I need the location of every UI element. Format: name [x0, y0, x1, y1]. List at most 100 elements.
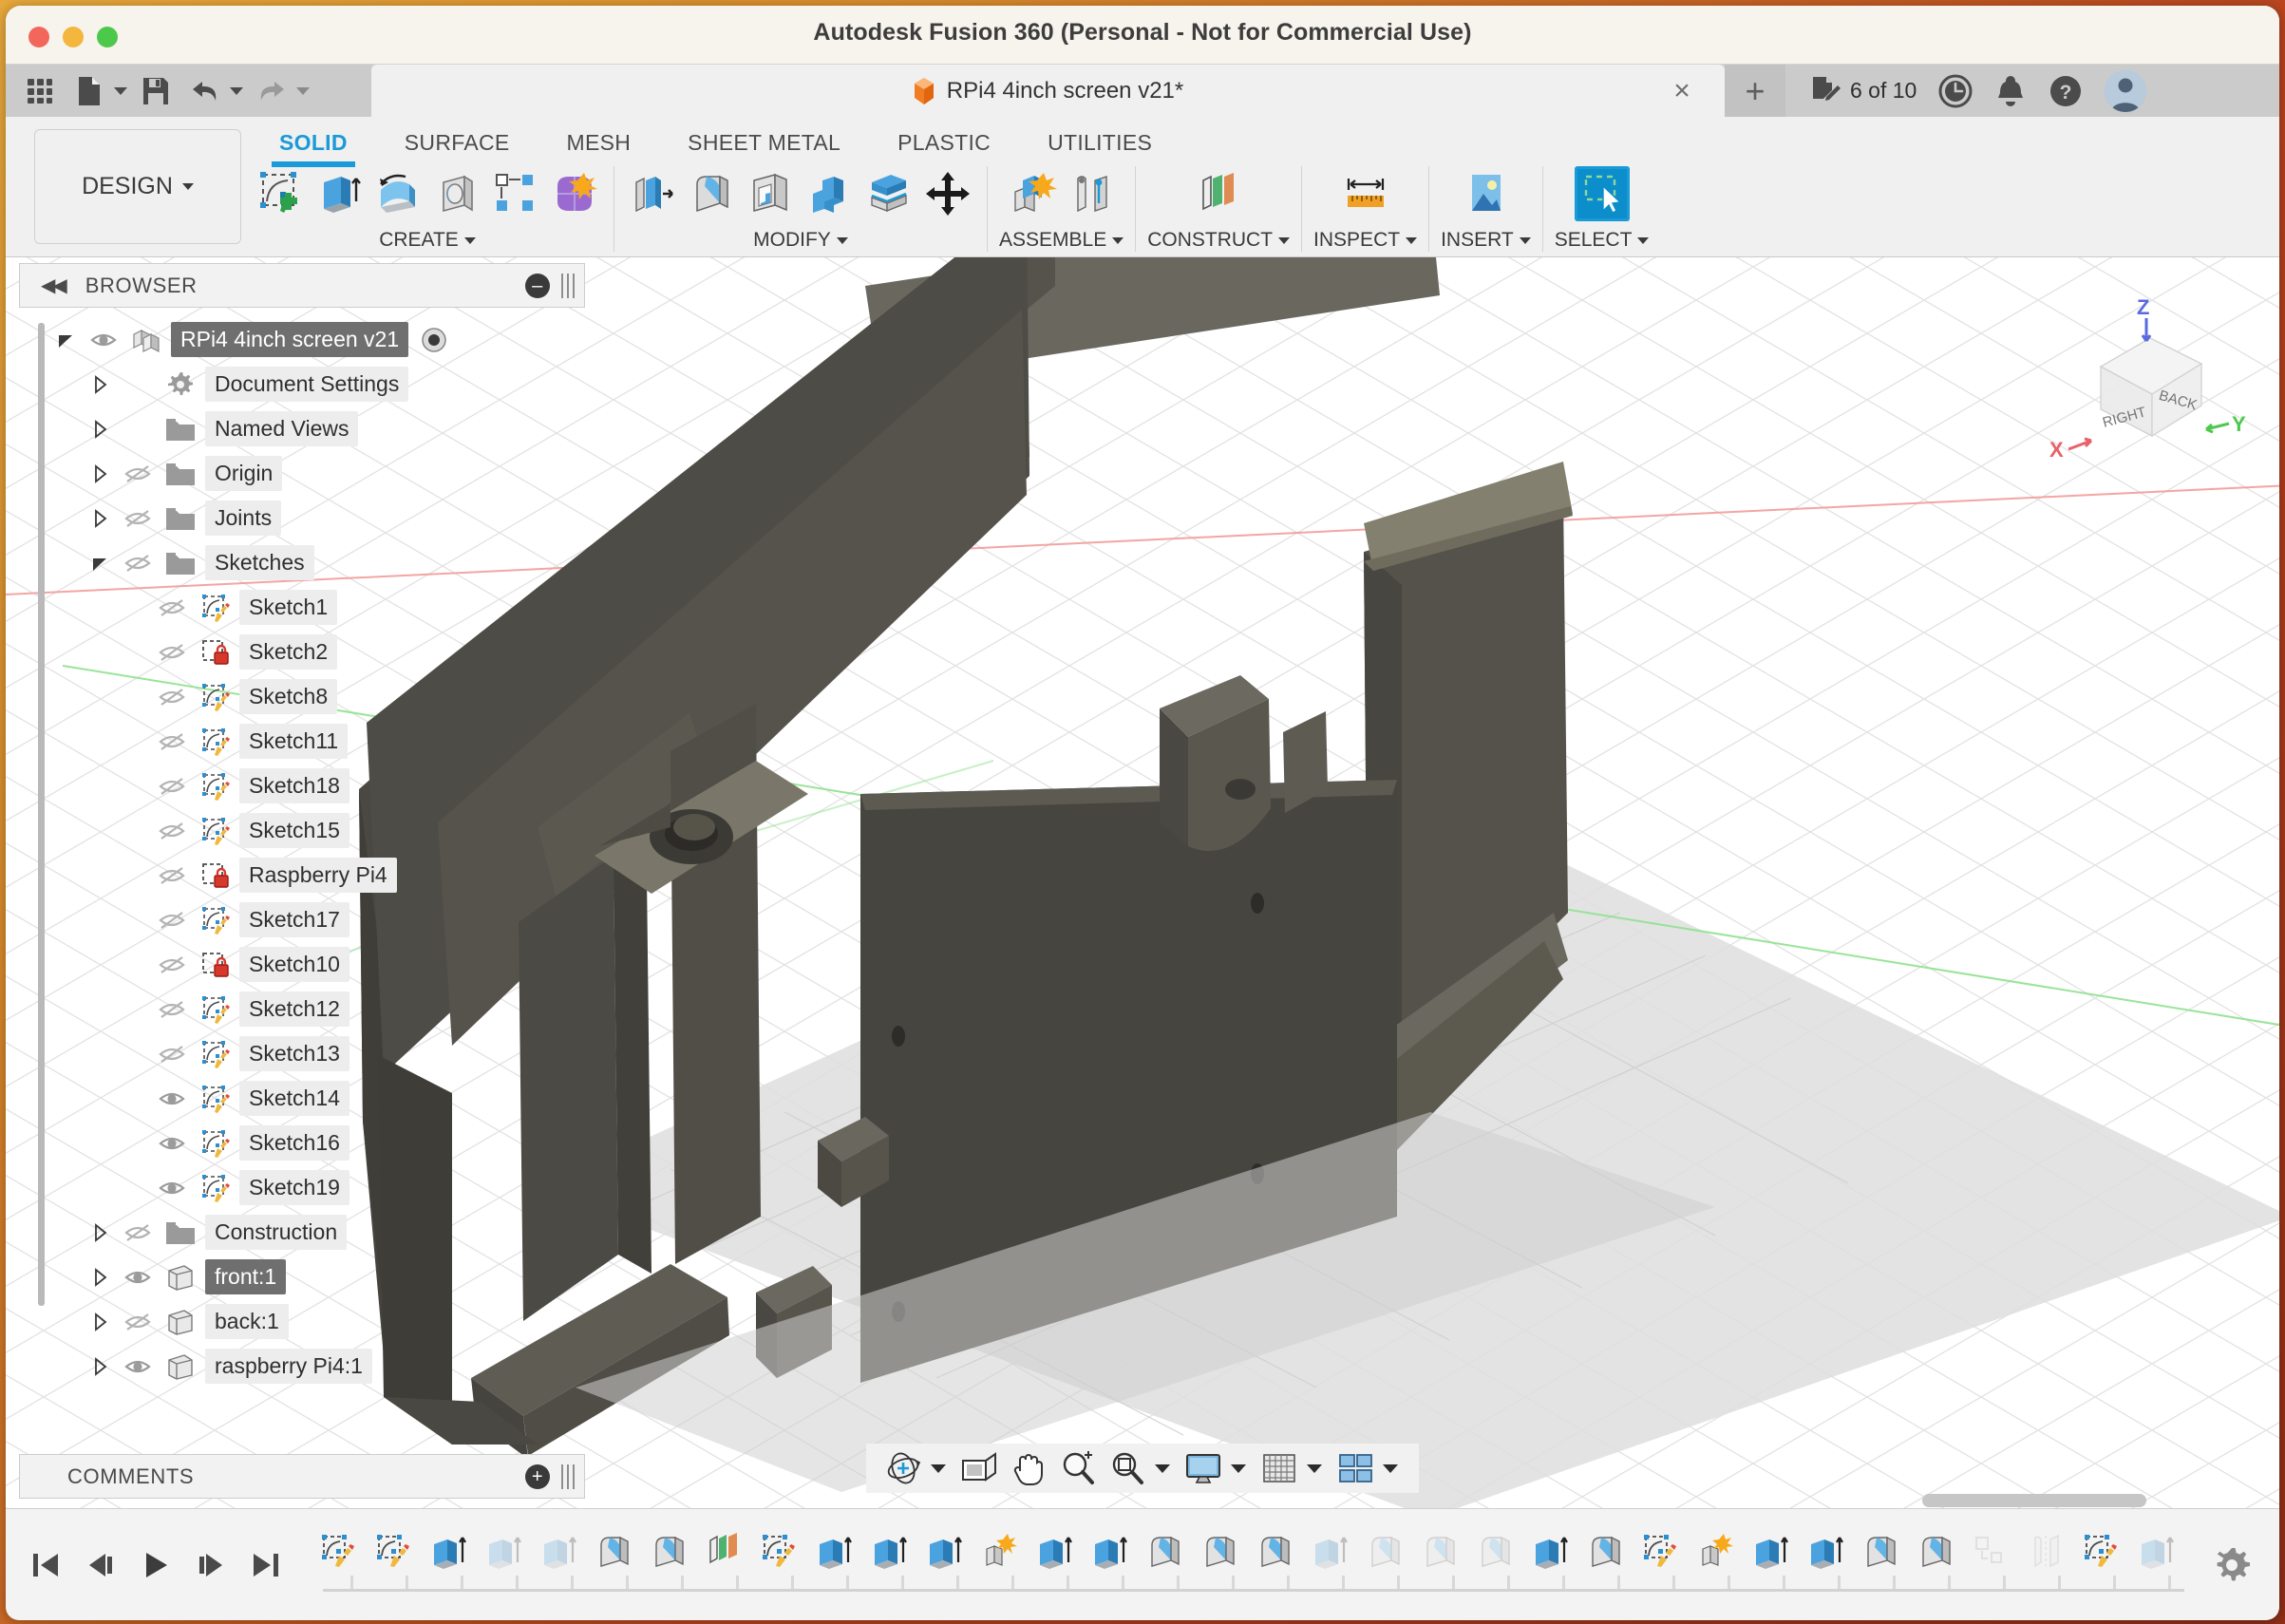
display-dropdown-caret[interactable]	[1231, 1463, 1246, 1473]
jobs-status[interactable]: 6 of 10	[1810, 75, 1917, 107]
browser-item-sketch11[interactable]: Sketch11	[40, 719, 585, 764]
panel-minimize-icon[interactable]: –	[525, 273, 550, 298]
app-grid-icon[interactable]	[19, 72, 61, 110]
browser-item-document-settings[interactable]: Document Settings	[40, 362, 585, 406]
split-face-icon[interactable]	[861, 166, 916, 221]
display-settings-icon[interactable]	[1180, 1446, 1227, 1490]
redo-dropdown-caret[interactable]	[296, 86, 310, 95]
look-at-icon[interactable]	[955, 1446, 1003, 1490]
go-to-end-button[interactable]	[249, 1546, 283, 1584]
expand-arrow-icon[interactable]	[89, 1267, 110, 1288]
joint-icon[interactable]	[1064, 166, 1119, 221]
browser-item-named-views[interactable]: Named Views	[40, 406, 585, 451]
new-file-icon[interactable]	[68, 72, 110, 110]
timeline-node[interactable]	[862, 1522, 917, 1581]
browser-item-sketch2[interactable]: Sketch2	[40, 630, 585, 674]
workspace-switcher[interactable]: DESIGN	[34, 129, 241, 244]
timeline-node[interactable]	[1248, 1522, 1303, 1581]
expander[interactable]	[82, 374, 118, 395]
browser-item-back-1[interactable]: back:1	[40, 1299, 585, 1344]
expand-arrow-icon[interactable]	[89, 1312, 110, 1332]
timeline-node[interactable]	[312, 1522, 367, 1581]
browser-item-sketches[interactable]: Sketches	[40, 540, 585, 585]
browser-item-raspberry-pi4[interactable]: Raspberry Pi4	[40, 853, 585, 897]
browser-item-sketch16[interactable]: Sketch16	[40, 1121, 585, 1165]
visibility-toggle[interactable]	[152, 594, 192, 622]
browser-item-sketch14[interactable]: Sketch14	[40, 1076, 585, 1121]
expander[interactable]	[82, 1267, 118, 1288]
help-icon[interactable]: ?	[2048, 73, 2084, 109]
comments-panel[interactable]: COMMENTS +	[19, 1454, 585, 1499]
tab-plastic[interactable]: PLASTIC	[869, 126, 1019, 160]
close-tab-icon[interactable]: ×	[1668, 77, 1696, 105]
select-window-icon[interactable]	[1574, 166, 1630, 221]
timeline-items[interactable]	[312, 1509, 2184, 1620]
browser-item-joints[interactable]: Joints	[40, 496, 585, 540]
visibility-toggle[interactable]	[152, 995, 192, 1024]
visibility-toggle[interactable]	[152, 772, 192, 801]
browser-item-origin[interactable]: Origin	[40, 451, 585, 496]
tab-solid[interactable]: SOLID	[251, 126, 376, 167]
tab-surface[interactable]: SURFACE	[376, 126, 538, 160]
viewports-dropdown-caret[interactable]	[1383, 1463, 1398, 1473]
visibility-toggle[interactable]	[152, 951, 192, 979]
visibility-toggle[interactable]	[152, 727, 192, 756]
visibility-toggle[interactable]	[118, 549, 158, 577]
expand-arrow-icon[interactable]	[89, 419, 110, 440]
browser-item-front-1[interactable]: front:1	[40, 1255, 585, 1299]
undo-dropdown-caret[interactable]	[230, 86, 243, 95]
browser-item-sketch17[interactable]: Sketch17	[40, 897, 585, 942]
timeline-node[interactable]	[1909, 1522, 1964, 1581]
browser-item-sketch15[interactable]: Sketch15	[40, 808, 585, 853]
visibility-toggle[interactable]	[118, 1218, 158, 1247]
browser-item-sketch19[interactable]: Sketch19	[40, 1165, 585, 1210]
panel-assemble-label[interactable]: ASSEMBLE	[999, 229, 1124, 252]
browser-item-sketch8[interactable]: Sketch8	[40, 674, 585, 719]
visibility-toggle[interactable]	[152, 683, 192, 711]
browser-item-sketch10[interactable]: Sketch10	[40, 942, 585, 987]
expander[interactable]	[82, 1222, 118, 1243]
pan-icon[interactable]	[1005, 1446, 1052, 1490]
create-sketch-icon[interactable]	[253, 166, 308, 221]
comments-resize-handle[interactable]	[561, 1463, 575, 1489]
timeline-node[interactable]	[1028, 1522, 1083, 1581]
visibility-toggle[interactable]	[118, 504, 158, 533]
panel-select-label[interactable]: SELECT	[1555, 229, 1650, 252]
visibility-toggle[interactable]	[118, 1352, 158, 1381]
timeline-scrollbar-thumb[interactable]	[1922, 1494, 2146, 1507]
expander[interactable]	[82, 1312, 118, 1332]
timeline-node[interactable]	[1083, 1522, 1138, 1581]
visibility-toggle[interactable]	[152, 906, 192, 935]
fillet-icon[interactable]	[685, 166, 740, 221]
timeline-node[interactable]	[807, 1522, 862, 1581]
timeline-node[interactable]	[2019, 1522, 2074, 1581]
browser-scrollbar[interactable]	[38, 323, 45, 1306]
redo-icon[interactable]	[251, 72, 293, 110]
timeline-node[interactable]	[1468, 1522, 1523, 1581]
visibility-toggle[interactable]	[152, 1129, 192, 1158]
hole-icon[interactable]	[429, 166, 484, 221]
pattern-icon[interactable]	[488, 166, 543, 221]
step-back-button[interactable]	[84, 1546, 118, 1584]
timeline-node[interactable]	[1689, 1522, 1744, 1581]
form-icon[interactable]	[547, 166, 602, 221]
shell-icon[interactable]	[744, 166, 799, 221]
timeline-node[interactable]	[1578, 1522, 1633, 1581]
new-component-icon[interactable]	[1005, 166, 1060, 221]
timeline-node[interactable]	[587, 1522, 642, 1581]
orbit-dropdown-caret[interactable]	[931, 1463, 946, 1473]
timeline-node[interactable]	[1193, 1522, 1248, 1581]
collapse-arrow-icon[interactable]	[55, 330, 76, 350]
timeline-node[interactable]	[642, 1522, 697, 1581]
panel-create-label[interactable]: CREATE	[379, 229, 476, 252]
expander[interactable]	[82, 553, 118, 574]
timeline-node[interactable]	[422, 1522, 477, 1581]
browser-item-raspberry-pi4-1[interactable]: raspberry Pi4:1	[40, 1344, 585, 1388]
expand-arrow-icon[interactable]	[89, 374, 110, 395]
measure-icon[interactable]	[1338, 166, 1393, 221]
expand-arrow-icon[interactable]	[89, 508, 110, 529]
timeline-node[interactable]	[2129, 1522, 2184, 1581]
visibility-toggle[interactable]	[152, 861, 192, 890]
timeline-node[interactable]	[1633, 1522, 1689, 1581]
browser-item-sketch18[interactable]: Sketch18	[40, 764, 585, 808]
